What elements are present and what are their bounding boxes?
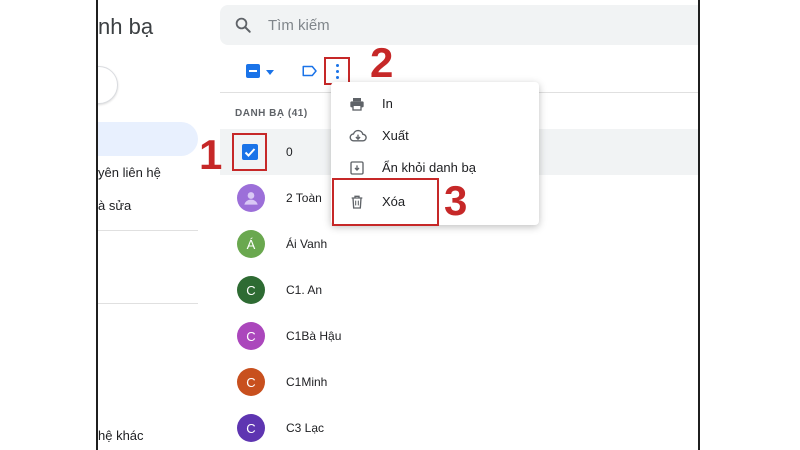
sidebar-item-contacts[interactable]	[98, 122, 198, 156]
table-row[interactable]: Á Ái Vanh	[220, 221, 700, 267]
table-row[interactable]: C C1Bà Hậu	[220, 313, 700, 359]
table-row[interactable]: C C3 Lạc	[220, 405, 700, 450]
contact-name: C1Minh	[286, 375, 328, 389]
chevron-down-icon[interactable]	[266, 70, 274, 75]
search-input[interactable]: Tìm kiếm	[268, 17, 330, 34]
sidebar-item-other-contacts[interactable]: hệ khác	[98, 428, 144, 443]
menu-item-label: Xuất	[382, 128, 409, 143]
person-icon	[244, 192, 258, 205]
search-bar[interactable]: Tìm kiếm	[220, 5, 700, 45]
menu-item-export[interactable]: Xuất	[331, 120, 539, 152]
avatar: C	[237, 276, 265, 304]
list-header: DANH BẠ (41)	[235, 108, 308, 119]
contact-name: 0	[286, 145, 293, 159]
contact-name: C1Bà Hậu	[286, 329, 342, 343]
step-number-2: 2	[370, 39, 394, 86]
app-title: nh bạ	[98, 14, 154, 39]
table-row[interactable]: C C1Minh	[220, 359, 700, 405]
menu-item-print[interactable]: In	[331, 88, 539, 120]
select-all-checkbox[interactable]	[246, 64, 260, 78]
more-actions-button[interactable]	[324, 57, 350, 85]
avatar	[237, 184, 265, 212]
contacts-app: nh bạ yên liên hệ à sửa hệ khác Tìm kiếm…	[98, 0, 700, 450]
sidebar-divider	[98, 303, 198, 304]
avatar: Á	[237, 230, 265, 258]
more-vert-icon	[336, 64, 339, 67]
contact-name: Ái Vanh	[286, 237, 328, 251]
step-number-1: 1	[199, 131, 223, 178]
menu-item-label: In	[382, 96, 393, 111]
search-icon	[235, 17, 251, 33]
create-contact-button[interactable]	[98, 66, 118, 104]
annotation-box-1	[232, 133, 267, 171]
sidebar-divider	[98, 230, 198, 231]
printer-icon	[350, 98, 364, 111]
contact-name: C1. An	[286, 283, 323, 297]
cloud-download-icon	[349, 129, 367, 142]
more-actions-menu: In Xuất Ẩn khỏi danh bạ Xóa	[331, 82, 539, 226]
menu-item-label: Ẩn khỏi danh bạ	[382, 160, 476, 175]
avatar: C	[237, 414, 265, 442]
step-number-3: 3	[444, 177, 468, 224]
sidebar-item-frequent[interactable]: yên liên hệ	[98, 165, 161, 180]
sidebar-item-merge-fix[interactable]: à sửa	[98, 198, 131, 213]
right-edge	[698, 0, 700, 450]
archive-icon	[350, 161, 364, 175]
annotation-box-3	[332, 178, 439, 226]
label-icon[interactable]	[301, 62, 319, 80]
avatar: C	[237, 368, 265, 396]
table-row[interactable]: C C1. An	[220, 267, 700, 313]
contact-name: C3 Lạc	[286, 421, 325, 435]
contact-name: 2 Toàn	[286, 191, 322, 205]
avatar: C	[237, 322, 265, 350]
left-letterbox	[0, 0, 98, 450]
